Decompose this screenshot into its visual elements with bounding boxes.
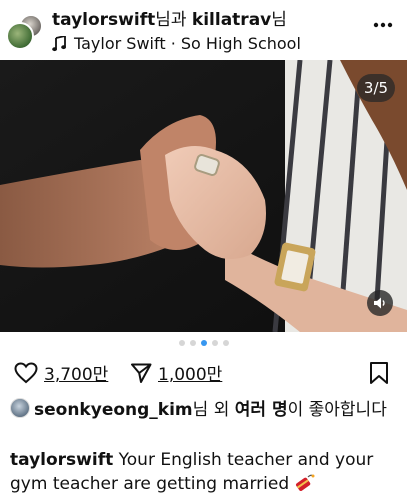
action-bar: 3,700만 1,000만 [0, 358, 407, 388]
collab-connector: 님과 [155, 10, 187, 30]
likes-summary: seonkyeong_kim님 외 여러 명이 좋아합니다 [10, 398, 402, 422]
send-icon[interactable] [130, 362, 152, 384]
likes-text-2: 이 좋아합니다 [287, 400, 387, 420]
likes-others-link[interactable]: 여러 명 [235, 400, 288, 420]
more-options-icon[interactable] [373, 22, 393, 28]
firecracker-emoji [296, 474, 315, 491]
music-note-icon [52, 36, 66, 52]
owner-avatar [6, 22, 34, 50]
share-count[interactable]: 1,000만 [158, 360, 222, 385]
speaker-icon [374, 297, 385, 309]
carousel-dot-active [200, 340, 207, 346]
caption-username[interactable]: taylorswift [10, 450, 113, 470]
likes-text-1: 님 외 [192, 400, 235, 420]
music-song: So High School [180, 34, 301, 53]
carousel-dot [211, 340, 218, 346]
collab-suffix: 님 [271, 10, 287, 30]
carousel-dot [189, 340, 196, 346]
bookmark-icon[interactable] [369, 361, 389, 385]
post-photo [0, 60, 407, 332]
carousel-indicator [0, 340, 407, 350]
music-artist: Taylor Swift [74, 34, 166, 53]
collab-usernames: taylorswift님과 killatrav님 [52, 10, 287, 30]
music-separator: · [170, 34, 176, 53]
post-media[interactable]: 3/5 [0, 60, 407, 332]
share-action[interactable]: 1,000만 [130, 360, 222, 385]
heart-icon[interactable] [14, 361, 38, 384]
music-track[interactable]: Taylor Swift · So High School [52, 34, 301, 54]
owner-username[interactable]: taylorswift [52, 10, 155, 30]
like-action[interactable]: 3,700만 [14, 360, 108, 385]
carousel-dot [178, 340, 185, 346]
liker-username[interactable]: seonkyeong_kim [34, 400, 193, 420]
carousel-dot [222, 340, 229, 346]
liker-avatar[interactable] [10, 398, 30, 418]
like-count[interactable]: 3,700만 [44, 360, 108, 385]
sound-toggle-button[interactable] [367, 290, 393, 316]
media-counter: 3/5 [357, 74, 395, 102]
post-caption: taylorswift Your English teacher and you… [10, 448, 402, 496]
profile-avatar[interactable] [6, 14, 43, 50]
collaborator-username[interactable]: killatrav [192, 10, 271, 30]
post-header: taylorswift님과 killatrav님 Taylor Swift · … [0, 0, 407, 60]
